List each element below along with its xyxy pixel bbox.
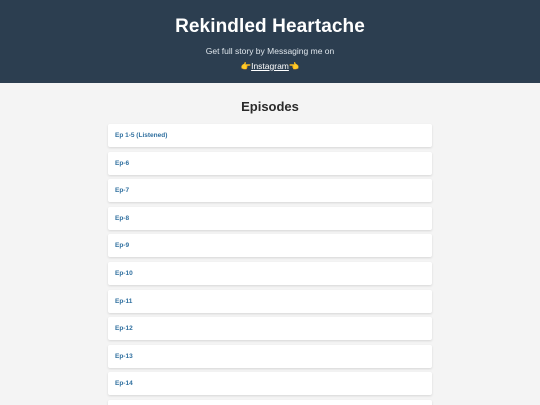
instagram-link[interactable]: Instagram xyxy=(251,61,289,71)
page-header: Rekindled Heartache Get full story by Me… xyxy=(0,0,540,83)
page-title: Rekindled Heartache xyxy=(175,16,365,37)
section-title: Episodes xyxy=(241,99,299,114)
episode-item[interactable]: Ep-12 xyxy=(108,317,432,341)
episode-item[interactable]: Ep-11 xyxy=(108,289,432,313)
episode-item[interactable]: Ep-8 xyxy=(108,206,432,230)
episode-item[interactable]: Ep-9 xyxy=(108,234,432,258)
episode-list: Ep 1-5 (Listened) Ep-6 Ep-7 Ep-8 Ep-9 Ep… xyxy=(108,124,432,405)
episode-item[interactable] xyxy=(108,399,432,405)
episode-item[interactable]: Ep-10 xyxy=(108,261,432,285)
episodes-section: Episodes Ep 1-5 (Listened) Ep-6 Ep-7 Ep-… xyxy=(0,83,540,405)
episode-item[interactable]: Ep-13 xyxy=(108,344,432,368)
pointing-left-icon: 👈 xyxy=(288,61,300,71)
episode-item[interactable]: Ep-14 xyxy=(108,372,432,396)
pointing-right-icon: 👉 xyxy=(240,61,252,71)
episode-item[interactable]: Ep-6 xyxy=(108,151,432,175)
episode-item[interactable]: Ep 1-5 (Listened) xyxy=(108,124,432,147)
episode-item[interactable]: Ep-7 xyxy=(108,179,432,203)
header-subtitle: Get full story by Messaging me on xyxy=(205,46,335,56)
instagram-line: 👉Instagram👈 xyxy=(0,60,540,72)
